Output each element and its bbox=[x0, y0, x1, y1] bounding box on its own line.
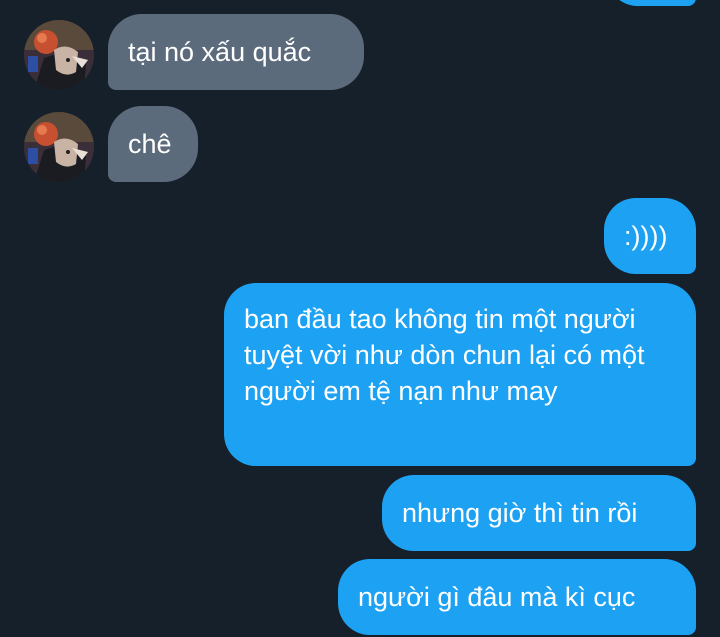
message-text: người gì đâu mà kì cục bbox=[358, 582, 636, 612]
incoming-message[interactable]: tại nó xấu quắc bbox=[108, 14, 364, 90]
outgoing-message[interactable]: nhưng giờ thì tin rồi bbox=[382, 475, 696, 551]
sender-avatar[interactable] bbox=[24, 112, 94, 182]
outgoing-message[interactable]: ban đầu tao không tin một người tuyệt vờ… bbox=[224, 283, 696, 466]
user-avatar-illustration-icon bbox=[24, 112, 94, 182]
user-avatar-illustration-icon bbox=[24, 20, 94, 90]
message-text: nhưng giờ thì tin rồi bbox=[402, 498, 638, 528]
message-text: ban đầu tao không tin một người tuyệt vờ… bbox=[244, 304, 645, 406]
outgoing-message[interactable]: người gì đâu mà kì cục bbox=[338, 559, 696, 635]
message-text: tại nó xấu quắc bbox=[128, 37, 312, 67]
incoming-message[interactable]: chê bbox=[108, 106, 198, 182]
sender-avatar[interactable] bbox=[24, 20, 94, 90]
message-text: chê bbox=[128, 129, 172, 159]
message-text: :)))) bbox=[624, 221, 668, 251]
message-bubble-partial[interactable] bbox=[606, 0, 696, 6]
outgoing-message[interactable]: :)))) bbox=[604, 198, 696, 274]
